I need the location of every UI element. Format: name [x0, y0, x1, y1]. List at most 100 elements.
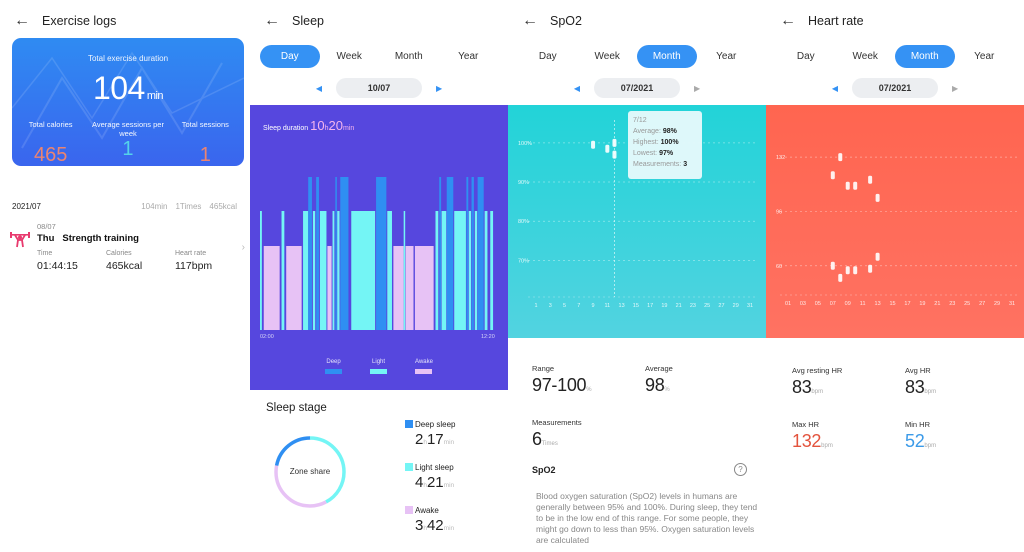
- tab-week[interactable]: Week: [836, 45, 896, 68]
- spo2-average: Average 98%: [645, 364, 673, 395]
- y-tick-label: 90%: [518, 180, 529, 186]
- x-tick-label: 23: [690, 303, 696, 309]
- stage-light: Light sleep 4h21min: [405, 463, 454, 491]
- tab-day[interactable]: Day: [518, 45, 578, 68]
- tab-year[interactable]: Year: [697, 45, 757, 68]
- back-arrow-icon[interactable]: ←: [522, 12, 542, 30]
- date-navigator: ◀ 10/07 ▶: [250, 78, 508, 98]
- page-title: Sleep: [292, 14, 324, 28]
- x-tick-label: 21: [934, 301, 940, 307]
- data-point[interactable]: [838, 153, 843, 162]
- weightlifting-icon: [10, 232, 30, 248]
- x-tick-label: 03: [800, 301, 806, 307]
- x-tick-label: 13: [619, 303, 625, 309]
- help-icon[interactable]: ?: [734, 463, 747, 476]
- data-point[interactable]: [845, 181, 850, 190]
- axis-end-label: 12:20: [481, 334, 495, 340]
- x-tick-label: 25: [964, 301, 970, 307]
- x-tick-label: 23: [949, 301, 955, 307]
- next-date-icon[interactable]: ▶: [694, 84, 700, 93]
- x-tick-label: 29: [994, 301, 1000, 307]
- data-point[interactable]: [853, 266, 858, 275]
- sleep-segment-awake: [263, 246, 280, 330]
- x-tick-label: 31: [1009, 301, 1015, 307]
- tab-year[interactable]: Year: [439, 45, 499, 68]
- data-point[interactable]: [605, 144, 610, 153]
- sleep-segment-deep: [439, 177, 442, 330]
- tab-week[interactable]: Week: [320, 45, 380, 68]
- x-tick-label: 31: [747, 303, 753, 309]
- avg-resting-hr: Avg resting HR 83bpm: [792, 366, 843, 397]
- tab-day[interactable]: Day: [260, 45, 320, 68]
- tab-day[interactable]: Day: [776, 45, 836, 68]
- exercise-log-item[interactable]: 08/07 Thu Strength training Time 01:44:15 …: [10, 220, 245, 280]
- x-tick-label: 05: [815, 301, 821, 307]
- tab-month[interactable]: Month: [637, 45, 697, 68]
- date-pill[interactable]: 07/2021: [852, 78, 938, 98]
- heart-header: ← Heart rate: [780, 12, 864, 30]
- sleep-segment-light: [474, 211, 478, 330]
- back-arrow-icon[interactable]: ←: [780, 12, 800, 30]
- data-point[interactable]: [612, 138, 617, 147]
- prev-date-icon[interactable]: ◀: [316, 84, 322, 93]
- sleep-segment-light: [337, 211, 340, 330]
- tab-month[interactable]: Month: [895, 45, 955, 68]
- heart-rate-plot: 132 96 60 01 03 05 07 09 11 13 15 17 19 21 23 25 27 29 31: [776, 153, 1018, 307]
- x-tick-label: 07: [830, 301, 836, 307]
- data-point[interactable]: [845, 266, 850, 275]
- sleep-chart: Sleep duration 10h20min 02:00 12:20 Deep…: [250, 105, 508, 390]
- data-point[interactable]: [868, 175, 873, 184]
- heart-rate-chart: 132 96 60 01 03 05 07 09 11 13 15 17 19 21 23 25 27 29 31: [766, 105, 1024, 338]
- data-point[interactable]: [868, 264, 873, 273]
- data-point[interactable]: [830, 261, 835, 270]
- data-point[interactable]: [838, 273, 843, 282]
- x-tick-label: 01: [785, 301, 791, 307]
- exercise-logs-panel: ← Exercise logs Total exercise duration …: [0, 0, 250, 552]
- log-calories: Calories 465kcal: [106, 250, 143, 272]
- back-arrow-icon[interactable]: ←: [14, 12, 34, 30]
- data-point[interactable]: [853, 181, 858, 190]
- data-point[interactable]: [612, 150, 617, 159]
- date-pill[interactable]: 07/2021: [594, 78, 680, 98]
- x-tick-label: 21: [676, 303, 682, 309]
- light-swatch: [405, 463, 413, 471]
- sleep-header: ← Sleep: [264, 12, 324, 30]
- y-tick-label: 80%: [518, 219, 529, 225]
- x-tick-label: 9: [592, 303, 595, 309]
- x-tick-label: 27: [979, 301, 985, 307]
- tab-week[interactable]: Week: [578, 45, 638, 68]
- sleep-segment-light: [490, 211, 494, 330]
- date-pill[interactable]: 10/07: [336, 78, 422, 98]
- sleep-stage-title: Sleep stage: [266, 402, 327, 414]
- exercise-name: Thu Strength training: [37, 233, 139, 244]
- x-tick-label: 19: [919, 301, 925, 307]
- sleep-segment-light: [312, 211, 316, 330]
- sleep-duration: Sleep duration 10h20min: [263, 118, 355, 133]
- next-date-icon[interactable]: ▶: [952, 84, 958, 93]
- x-tick-label: 1: [534, 303, 537, 309]
- data-point[interactable]: [875, 193, 880, 202]
- tab-year[interactable]: Year: [955, 45, 1015, 68]
- sleep-segment-deep: [477, 177, 484, 330]
- x-tick-label: 25: [704, 303, 710, 309]
- data-point[interactable]: [875, 252, 880, 261]
- spo2-tooltip: 7/12 Average: 98% Highest: 100% Lowest: …: [628, 111, 702, 179]
- deep-swatch: [405, 420, 413, 428]
- axis-start-label: 02:00: [260, 334, 274, 340]
- page-title: Exercise logs: [42, 14, 117, 28]
- tab-month[interactable]: Month: [379, 45, 439, 68]
- legend-awake: Awake: [415, 359, 433, 374]
- next-date-icon[interactable]: ▶: [436, 84, 442, 93]
- sleep-segment-awake: [286, 246, 302, 330]
- x-tick-label: 5: [563, 303, 566, 309]
- sleep-segment-deep: [335, 177, 337, 330]
- back-arrow-icon[interactable]: ←: [264, 12, 284, 30]
- data-point[interactable]: [591, 140, 596, 149]
- min-hr: Min HR 52bpm: [905, 420, 937, 451]
- data-point[interactable]: [830, 171, 835, 180]
- x-tick-label: 27: [718, 303, 724, 309]
- prev-date-icon[interactable]: ◀: [832, 84, 838, 93]
- prev-date-icon[interactable]: ◀: [574, 84, 580, 93]
- chevron-right-icon[interactable]: ›: [242, 242, 245, 253]
- x-tick-label: 15: [889, 301, 895, 307]
